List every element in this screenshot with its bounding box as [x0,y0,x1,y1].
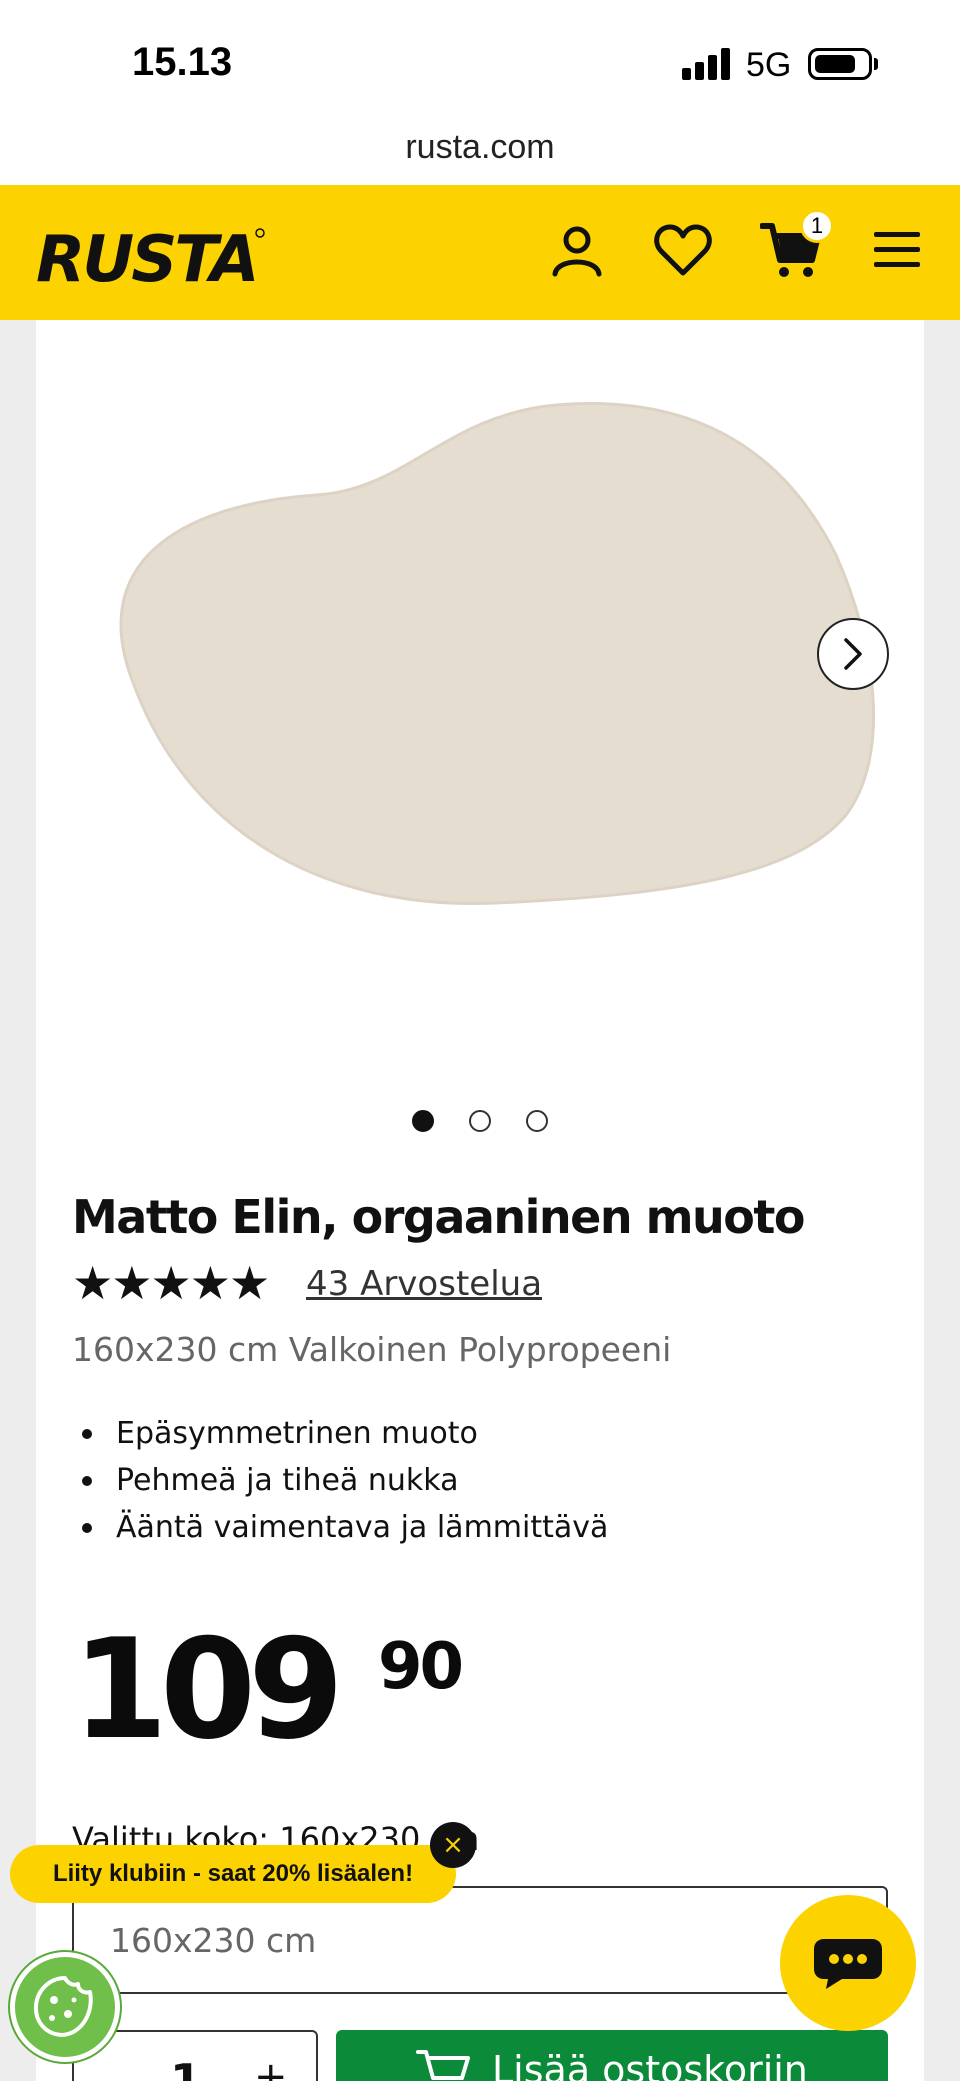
status-time: 15.13 [132,40,233,84]
network-label: 5G [746,46,792,84]
add-to-cart-button[interactable]: Lisää ostoskoriin [336,2030,888,2081]
quantity-plus-button[interactable]: + [254,2054,288,2081]
chevron-right-icon [844,638,862,670]
cookie-icon [33,1976,93,2037]
cart-count-badge: 1 [800,209,834,243]
feature-item: Epäsymmetrinen muoto [72,1410,608,1457]
add-to-cart-label: Lisää ostoskoriin [492,2048,808,2081]
logo-text: RUSTA [36,223,257,293]
heart-icon[interactable] [648,215,718,285]
gallery-dot-2[interactable] [469,1110,491,1132]
chat-button[interactable] [780,1895,916,2031]
product-subtitle: 160x230 cm Valkoinen Polypropeeni [72,1330,672,1369]
battery-icon [808,48,872,80]
gallery-dots [36,1110,924,1132]
rusta-logo[interactable]: RUSTA [36,213,266,297]
price: 109 90 [72,1609,464,1770]
chat-icon [814,1939,882,1989]
cart-icon[interactable]: 1 [756,209,834,285]
account-icon[interactable] [542,215,612,285]
gallery-dot-3[interactable] [526,1110,548,1132]
rating-stars: ★★★★★ [72,1256,270,1310]
signal-icon [682,48,732,80]
next-image-button[interactable] [817,618,889,690]
site-header: RUSTA 1 [0,185,960,320]
reviews-link[interactable]: 43 Arvostelua [306,1264,542,1304]
feature-item: Pehmeä ja tiheä nukka [72,1457,608,1504]
club-banner-close-button[interactable]: × [430,1822,476,1868]
status-bar: 15.13 5G rusta.com [0,0,960,166]
gallery-dot-1[interactable] [412,1110,434,1132]
product-image-rug[interactable] [76,355,886,955]
menu-icon[interactable] [862,215,932,285]
cart-icon [416,2050,470,2080]
price-decimals: 90 [378,1630,464,1704]
feature-item: Ääntä vaimentava ja lämmittävä [72,1504,608,1551]
url-bar[interactable]: rusta.com [0,128,960,167]
club-banner[interactable]: Liity klubiin - saat 20% lisäalen! [10,1845,456,1903]
battery-tip [874,58,878,70]
quantity-value: 1 [170,2054,203,2081]
cookie-settings-button[interactable] [10,1952,120,2062]
page-background: Matto Elin, orgaaninen muoto ★★★★★ 43 Ar… [0,320,960,2081]
product-card: Matto Elin, orgaaninen muoto ★★★★★ 43 Ar… [36,320,924,2081]
price-main: 109 [72,1609,344,1770]
feature-list: Epäsymmetrinen muoto Pehmeä ja tiheä nuk… [72,1410,608,1551]
product-title: Matto Elin, orgaaninen muoto [72,1190,806,1244]
